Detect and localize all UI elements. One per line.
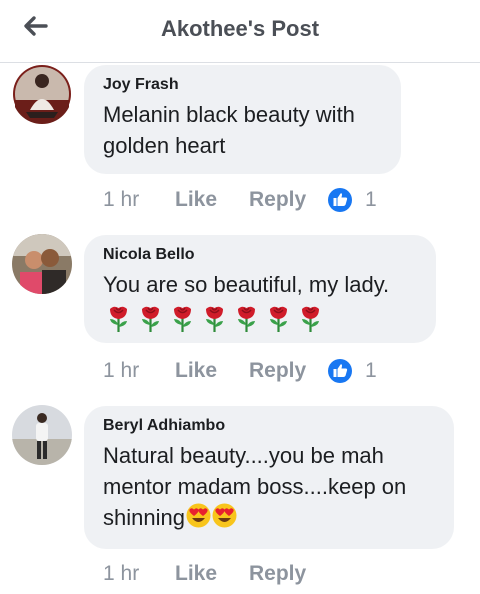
like-button[interactable]: Like	[175, 359, 249, 383]
comment-author[interactable]: Nicola Bello	[103, 245, 417, 265]
page-title: Akothee's Post	[160, 16, 320, 41]
comment-actions: 1 hr Like Reply 1	[103, 357, 377, 385]
reaction-count: 1	[365, 359, 377, 382]
comment-text: Melanin black beauty with golden heart	[103, 102, 355, 158]
like-button[interactable]: Like	[175, 188, 249, 212]
comment-time: 1 hr	[103, 359, 140, 382]
like-button[interactable]: Like	[175, 562, 249, 586]
avatar[interactable]	[12, 405, 72, 465]
thumbs-up-icon	[328, 359, 352, 383]
comment-time: 1 hr	[103, 188, 140, 211]
rose-emoji-icon	[169, 303, 196, 333]
comment-text: You are so beautiful, my lady.	[103, 272, 390, 297]
avatar[interactable]	[12, 234, 72, 294]
rose-emoji-row	[105, 303, 417, 333]
comment-text: Natural beauty....you be mah mentor mada…	[103, 443, 407, 530]
reply-button[interactable]: Reply	[249, 188, 327, 212]
comment-actions: 1 hr Like Reply 1	[103, 186, 377, 214]
comment-actions: 1 hr Like Reply	[103, 560, 327, 588]
comment-bubble: Joy Frash Melanin black beauty with gold…	[84, 65, 401, 174]
rose-emoji-icon	[105, 303, 132, 333]
heart-eyes-emoji-icon	[212, 503, 237, 528]
comment-time: 1 hr	[103, 562, 140, 585]
rose-emoji-icon	[201, 303, 228, 333]
reaction-summary[interactable]: 1	[327, 358, 377, 384]
rose-emoji-icon	[233, 303, 260, 333]
comment-bubble: Nicola Bello You are so beautiful, my la…	[84, 235, 436, 343]
comment-author[interactable]: Joy Frash	[103, 75, 382, 95]
rose-emoji-icon	[137, 303, 164, 333]
rose-emoji-icon	[265, 303, 292, 333]
post-header: Akothee's Post	[0, 0, 480, 63]
reaction-count: 1	[365, 188, 377, 211]
heart-eyes-emoji-row	[185, 503, 237, 530]
heart-eyes-emoji-icon	[186, 503, 211, 528]
avatar[interactable]	[12, 64, 72, 124]
rose-emoji-icon	[297, 303, 324, 333]
reply-button[interactable]: Reply	[249, 562, 327, 586]
comment-bubble: Beryl Adhiambo Natural beauty....you be …	[84, 406, 454, 549]
comment-author[interactable]: Beryl Adhiambo	[103, 416, 435, 436]
reaction-summary[interactable]: 1	[327, 187, 377, 213]
reply-button[interactable]: Reply	[249, 359, 327, 383]
thumbs-up-icon	[328, 188, 352, 212]
